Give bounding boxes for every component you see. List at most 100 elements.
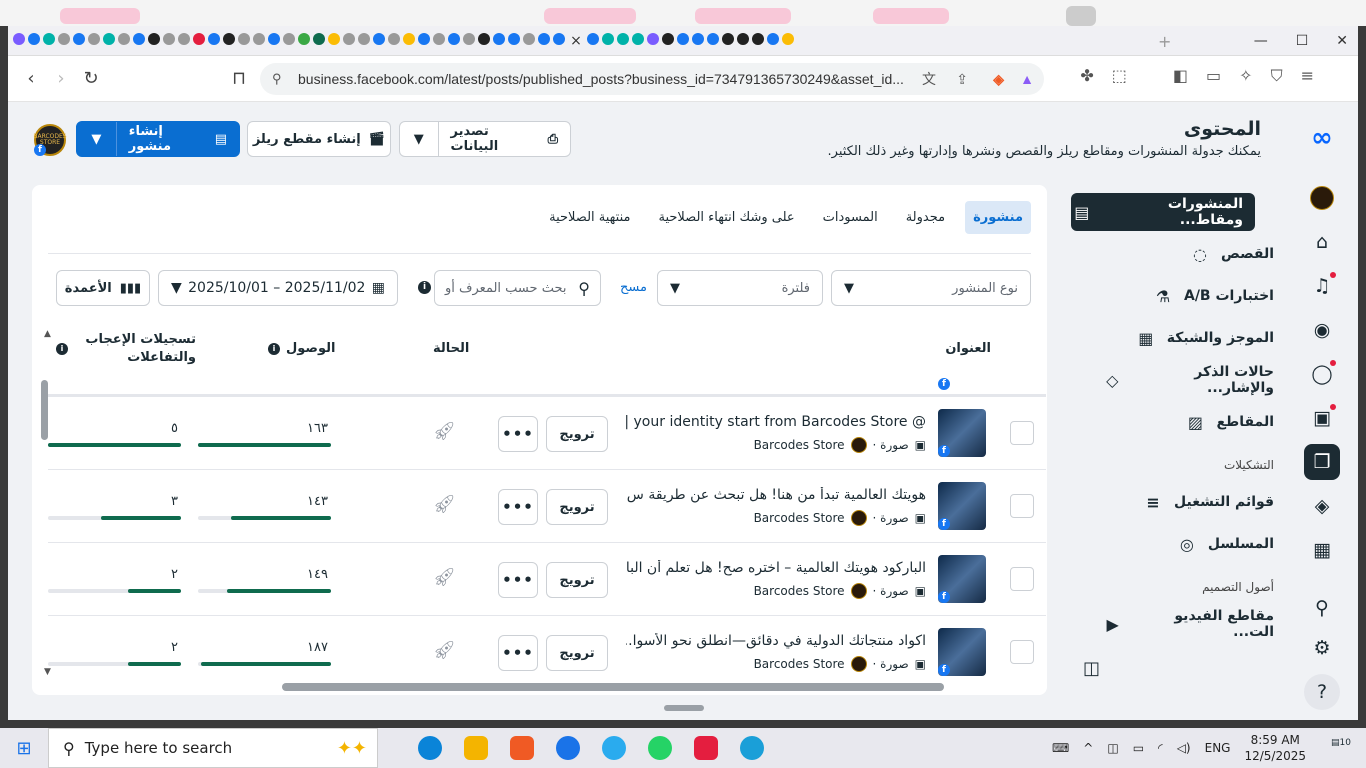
back-icon[interactable]: ‹ bbox=[16, 68, 46, 89]
notifications-icon[interactable]: ♫ bbox=[1304, 268, 1340, 304]
tab-favicon[interactable] bbox=[662, 32, 674, 45]
tab-favicon[interactable] bbox=[677, 32, 689, 45]
info-icon[interactable]: i bbox=[56, 343, 68, 355]
page-name[interactable]: Barcodes Store bbox=[754, 584, 845, 598]
wifi-icon[interactable]: ◜ bbox=[1158, 741, 1163, 755]
tab-favicon[interactable] bbox=[493, 32, 505, 45]
promote-button[interactable]: ترويج bbox=[546, 489, 608, 525]
tab-favicon[interactable] bbox=[313, 32, 325, 45]
keyboard-icon[interactable]: ⌨ bbox=[1052, 741, 1069, 755]
create-post-dropdown-chevron[interactable]: ▼ bbox=[77, 122, 116, 156]
battery-icon[interactable]: ▭ bbox=[1133, 741, 1144, 755]
tab-scheduled[interactable]: مجدولة bbox=[898, 201, 953, 234]
tab-favicon[interactable] bbox=[328, 32, 340, 45]
notifications-center-icon[interactable]: ▤10 bbox=[1330, 738, 1352, 758]
tab-favicon[interactable] bbox=[448, 32, 460, 45]
sidenav-item-feed-grid[interactable]: ▦ الموجز والشبكة bbox=[1102, 319, 1286, 357]
post-title[interactable]: اكواد منتجاتك الدولية في دقائق—انطلق نحو… bbox=[626, 633, 926, 649]
leo-ai-icon[interactable]: ✧ bbox=[1239, 66, 1252, 86]
tab-favicon[interactable] bbox=[238, 32, 250, 45]
wallet-icon[interactable]: ▭ bbox=[1206, 66, 1221, 86]
tab-favicon[interactable] bbox=[283, 32, 295, 45]
sidenav-item-series[interactable]: ◎ المسلسل bbox=[1102, 525, 1286, 563]
clock[interactable]: 8:59 AM 12/5/2025 bbox=[1244, 732, 1306, 764]
sidenav-item-stories[interactable]: ◌ القصص bbox=[1102, 235, 1286, 273]
tab-favicon[interactable] bbox=[587, 32, 599, 45]
scroll-up-arrow-icon[interactable]: ▲ bbox=[44, 329, 51, 339]
tab-favicon[interactable] bbox=[223, 32, 235, 45]
info-icon[interactable]: i bbox=[418, 281, 431, 294]
edge-icon[interactable] bbox=[418, 736, 442, 760]
tab-favicon[interactable] bbox=[178, 32, 190, 45]
brave-rewards-icon[interactable]: ▲ bbox=[1020, 71, 1034, 87]
url-text[interactable]: business.facebook.com/latest/posts/publi… bbox=[298, 71, 904, 87]
tab-favicon[interactable] bbox=[373, 32, 385, 45]
tab-favicon[interactable] bbox=[103, 32, 115, 45]
compass-icon[interactable]: ◉ bbox=[1304, 312, 1340, 348]
tab-favicon[interactable] bbox=[617, 32, 629, 45]
inbox-icon[interactable]: ◯ bbox=[1304, 356, 1340, 392]
more-options-button[interactable]: ••• bbox=[498, 635, 538, 671]
scroll-down-arrow-icon[interactable]: ▼ bbox=[44, 667, 51, 677]
mega-icon[interactable] bbox=[694, 736, 718, 760]
tab-favicon[interactable] bbox=[88, 32, 100, 45]
promote-button[interactable]: ترويج bbox=[546, 635, 608, 671]
tab-favicon[interactable] bbox=[647, 32, 659, 45]
chevron-up-icon[interactable]: ^ bbox=[1083, 741, 1093, 755]
row-checkbox[interactable] bbox=[1010, 567, 1034, 591]
ads-icon[interactable]: ◈ bbox=[1304, 488, 1340, 524]
post-title[interactable]: هويتك العالمية تبدأ من هنا! هل تبحث عن ط… bbox=[626, 487, 926, 503]
tab-favicon[interactable] bbox=[632, 32, 644, 45]
tab-favicon[interactable] bbox=[782, 32, 794, 45]
row-checkbox[interactable] bbox=[1010, 494, 1034, 518]
sidenav-item-mentions-tags[interactable]: ◇ حالات الذكر والإشار... bbox=[1102, 361, 1286, 399]
tab-favicon[interactable] bbox=[28, 32, 40, 45]
meet-icon[interactable]: ◫ bbox=[1107, 741, 1118, 755]
page-name[interactable]: Barcodes Store bbox=[754, 511, 845, 525]
tab-favicon[interactable] bbox=[13, 32, 25, 45]
site-info-icon[interactable]: ⚲ bbox=[272, 71, 282, 87]
app-icon[interactable] bbox=[740, 736, 764, 760]
home-icon[interactable]: ⌂ bbox=[1304, 224, 1340, 260]
tab-favicon[interactable] bbox=[58, 32, 70, 45]
col-title[interactable]: العنوان bbox=[945, 341, 991, 356]
screenshot-icon[interactable]: ⬚ bbox=[1112, 66, 1127, 86]
settings-icon[interactable]: ⚙ bbox=[1304, 630, 1340, 666]
date-range-picker[interactable]: ▼ 2025/10/01 – 2025/11/02 ▦ bbox=[158, 270, 398, 306]
more-options-button[interactable]: ••• bbox=[498, 416, 538, 452]
tab-favicon[interactable] bbox=[133, 32, 145, 45]
tab-drafts[interactable]: المسودات bbox=[815, 201, 886, 234]
tab-icons[interactable]: × bbox=[8, 32, 1158, 49]
tab-favicon[interactable] bbox=[722, 32, 734, 45]
tab-favicon[interactable] bbox=[433, 32, 445, 45]
file-explorer-icon[interactable] bbox=[464, 736, 488, 760]
share-icon[interactable]: ⇪ bbox=[956, 71, 968, 88]
tab-favicon[interactable] bbox=[208, 32, 220, 45]
tab-favicon[interactable] bbox=[253, 32, 265, 45]
more-options-button[interactable]: ••• bbox=[498, 489, 538, 525]
post-title[interactable]: الباركود هويتك العالمية – اختره صح! هل ت… bbox=[626, 560, 926, 576]
tab-favicon[interactable] bbox=[298, 32, 310, 45]
page-name[interactable]: Barcodes Store bbox=[754, 657, 845, 671]
tab-favicon[interactable] bbox=[148, 32, 160, 45]
bookmark-icon[interactable]: ⊓ bbox=[224, 68, 254, 89]
url-field[interactable]: ⚲ business.facebook.com/latest/posts/pub… bbox=[260, 63, 1044, 95]
tab-favicon[interactable] bbox=[752, 32, 764, 45]
tab-favicon[interactable] bbox=[478, 32, 490, 45]
tab-favicon[interactable] bbox=[538, 32, 550, 45]
content-icon[interactable]: ❐ bbox=[1304, 444, 1340, 480]
sidenav-item-clips[interactable]: ▨ المقاطع bbox=[1102, 403, 1286, 441]
post-type-select[interactable]: نوع المنشور ▼ bbox=[831, 270, 1031, 306]
forward-icon[interactable]: › bbox=[46, 68, 76, 89]
brave-shield-icon[interactable]: ◈ bbox=[993, 71, 1004, 88]
meta-logo-icon[interactable]: ∞ bbox=[1304, 120, 1340, 156]
tab-expiring[interactable]: على وشك انتهاء الصلاحية bbox=[650, 201, 802, 234]
tab-favicon[interactable] bbox=[43, 32, 55, 45]
tab-favicon[interactable] bbox=[343, 32, 355, 45]
horizontal-scroll-thumb[interactable] bbox=[282, 683, 944, 691]
table-row[interactable]: f @ your identity start from Barcodes Sto… bbox=[48, 396, 1046, 469]
taskbar-search[interactable]: ⚲ Type here to search ✦✦ bbox=[48, 728, 378, 768]
collapse-sidenav-icon[interactable]: ◫ bbox=[1083, 658, 1100, 679]
tab-favicon[interactable] bbox=[692, 32, 704, 45]
clear-filters-link[interactable]: مسح bbox=[620, 280, 647, 295]
